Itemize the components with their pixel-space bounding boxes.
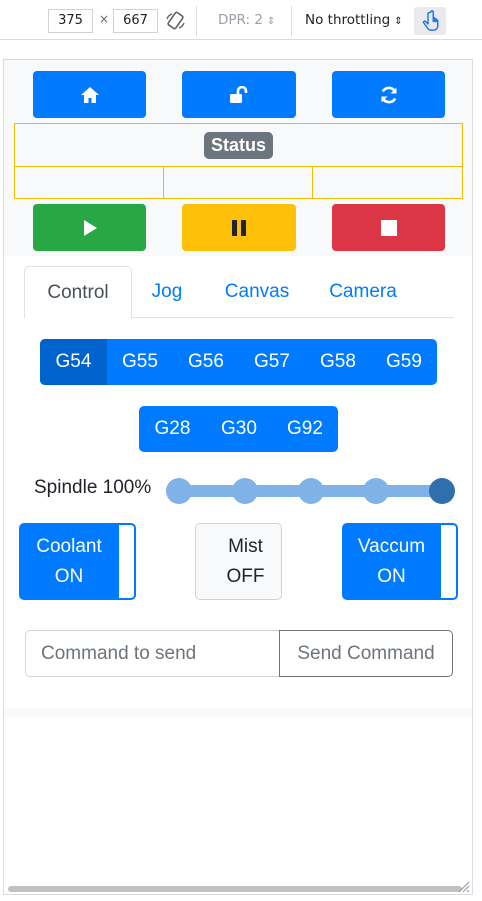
status-cell <box>164 167 313 198</box>
unlock-button[interactable] <box>182 71 296 118</box>
rotate-icon[interactable] <box>164 11 188 31</box>
toolbar-divider <box>291 6 292 36</box>
emulated-viewport: Status Control Jog Canvas Camera G54 G55… <box>3 59 473 895</box>
select-arrows-icon: ⇕ <box>266 16 276 27</box>
home-button[interactable] <box>33 71 146 118</box>
tab-control[interactable]: Control <box>24 266 132 319</box>
g92-button[interactable]: G92 <box>272 406 338 452</box>
width-input[interactable]: 375 <box>48 9 93 33</box>
home-icon <box>80 86 99 103</box>
throttling-select[interactable]: No throttling ⇕ <box>305 12 403 28</box>
status-cell <box>313 167 462 198</box>
tab-jog[interactable]: Jog <box>132 266 202 318</box>
panel-footer <box>4 708 472 717</box>
spindle-slider-thumb[interactable] <box>429 478 455 504</box>
vaccum-state: ON <box>377 566 406 587</box>
coolant-toggle[interactable]: Coolant ON <box>19 523 136 600</box>
touch-toggle-button[interactable] <box>414 7 446 35</box>
mist-label: Mist <box>228 536 263 557</box>
spindle-slider-step[interactable] <box>166 478 192 504</box>
play-icon <box>83 219 97 236</box>
refresh-icon <box>380 86 397 103</box>
pause-icon <box>232 219 246 236</box>
g56-button[interactable]: G56 <box>173 339 239 385</box>
status-badge: Status <box>203 131 273 159</box>
start-button[interactable] <box>33 204 146 251</box>
wcs-button-group: G54 G55 G56 G57 G58 G59 <box>40 339 437 385</box>
g58-button[interactable]: G58 <box>305 339 371 385</box>
coolant-state: ON <box>54 566 84 587</box>
horizontal-scrollbar[interactable] <box>8 886 462 892</box>
spindle-label: Spindle 100% <box>34 477 152 498</box>
goto-button-group: G28 G30 G92 <box>139 406 338 452</box>
send-command-button[interactable]: Send Command <box>279 630 453 677</box>
tab-bar: Control Jog Canvas Camera <box>24 266 454 319</box>
g30-button[interactable]: G30 <box>206 406 272 452</box>
pause-button[interactable] <box>182 204 296 251</box>
toolbar-divider <box>196 6 197 36</box>
stop-icon <box>380 219 397 236</box>
toggle-knob <box>440 524 457 599</box>
command-input[interactable]: Command to send <box>25 630 280 677</box>
g54-button[interactable]: G54 <box>40 339 107 385</box>
g28-button[interactable]: G28 <box>139 406 206 452</box>
height-input[interactable]: 667 <box>113 9 158 33</box>
status-cell <box>15 167 164 198</box>
tab-canvas[interactable]: Canvas <box>208 266 306 318</box>
g57-button[interactable]: G57 <box>239 339 305 385</box>
spindle-slider-step[interactable] <box>232 478 258 504</box>
vaccum-label: Vaccum <box>357 536 426 557</box>
stop-button[interactable] <box>332 204 445 251</box>
toggle-knob <box>118 524 135 599</box>
status-row: Status <box>15 124 462 167</box>
tab-camera[interactable]: Camera <box>312 266 414 318</box>
coolant-label: Coolant <box>36 536 102 557</box>
spindle-slider-step[interactable] <box>298 478 324 504</box>
dimension-separator: × <box>99 12 110 26</box>
select-arrows-icon: ⇕ <box>394 16 403 27</box>
g59-button[interactable]: G59 <box>371 339 437 385</box>
dpr-select[interactable]: DPR: 2 ⇕ <box>218 12 275 28</box>
throttling-label: No throttling <box>305 12 391 28</box>
mist-toggle[interactable]: Mist OFF <box>195 523 282 600</box>
g55-button[interactable]: G55 <box>107 339 173 385</box>
mist-state: OFF <box>226 566 265 587</box>
dpr-label: DPR: 2 <box>218 12 263 28</box>
vaccum-toggle[interactable]: Vaccum ON <box>342 523 458 600</box>
touch-hand-icon <box>422 10 439 31</box>
unlock-icon <box>230 85 248 103</box>
refresh-button[interactable] <box>332 71 445 118</box>
resize-grip-icon[interactable] <box>456 879 470 893</box>
status-table: Status <box>14 123 463 199</box>
device-toolbar: 375 × 667 DPR: 2 ⇕ No throttling ⇕ <box>0 0 482 40</box>
spindle-slider-step[interactable] <box>363 478 389 504</box>
